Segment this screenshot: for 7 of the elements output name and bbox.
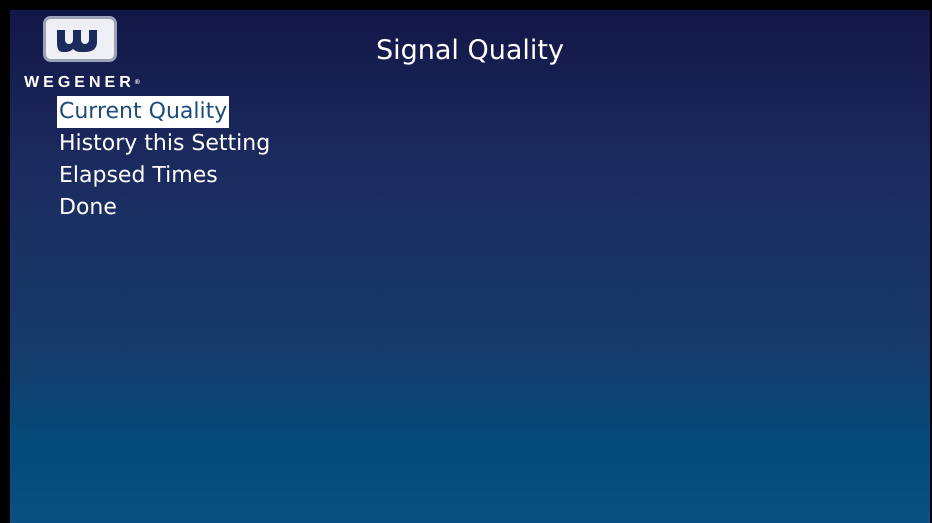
menu-item[interactable]: Current Quality	[57, 96, 230, 128]
menu-item[interactable]: Elapsed Times	[57, 160, 220, 192]
menu-item[interactable]: Done	[57, 192, 119, 224]
menu-item[interactable]: History this Setting	[57, 128, 272, 160]
logo-badge-icon	[43, 16, 117, 62]
logo-wordmark: WEGENER$^{®}$	[24, 74, 140, 92]
screen-title: Signal Quality	[375, 34, 565, 66]
